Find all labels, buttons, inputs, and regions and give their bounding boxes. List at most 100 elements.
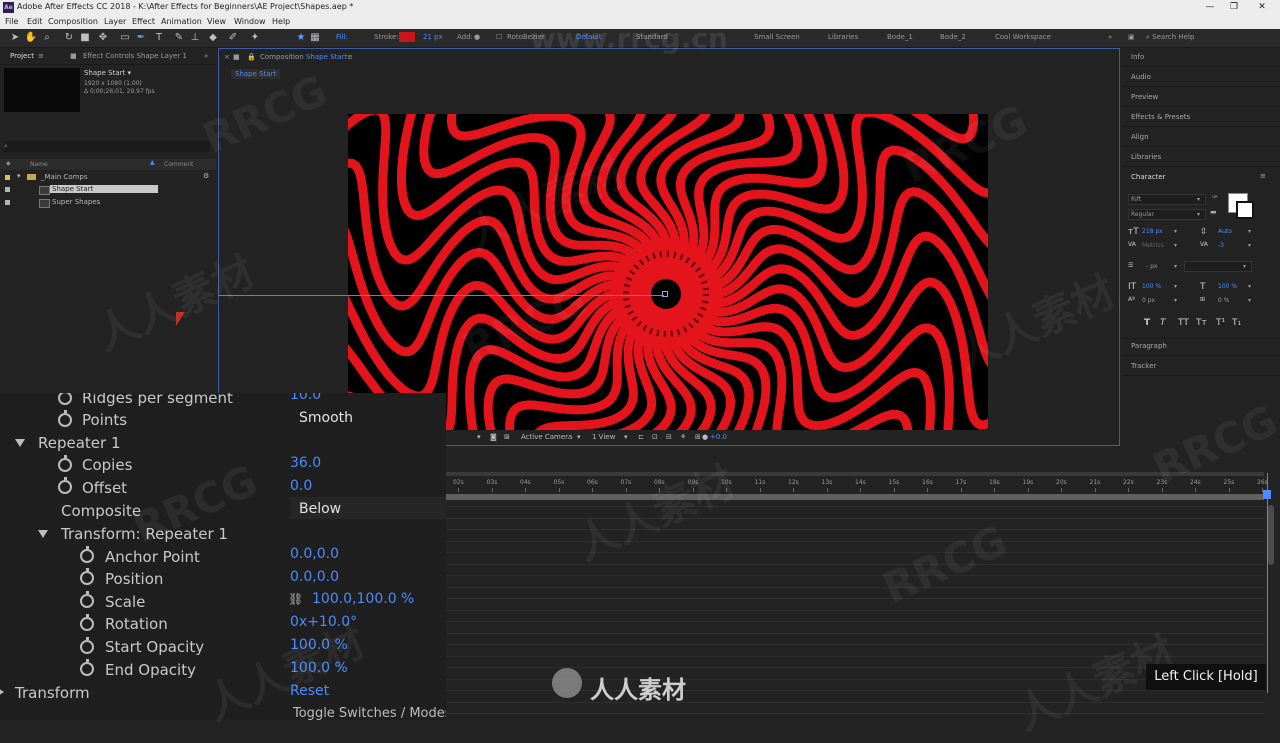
tab-effect-controls[interactable]: Effect Controls Shape Layer 1 — [83, 52, 187, 60]
panel-icon[interactable]: ▣ — [1128, 33, 1135, 41]
chevron-down-icon[interactable]: ▾ — [1174, 263, 1177, 270]
font-size-value[interactable]: 218 px — [1142, 228, 1163, 235]
breadcrumb[interactable]: Shape Start — [231, 69, 281, 79]
constrain-proportions-icon[interactable]: ⛓ — [288, 592, 303, 606]
eraser-tool-icon[interactable]: ◆ — [206, 31, 220, 45]
column-name[interactable]: Name — [30, 161, 48, 168]
kerning-value[interactable]: Metrics — [1142, 242, 1164, 249]
subscript-button[interactable]: T₁ — [1232, 318, 1241, 328]
stopwatch-icon[interactable] — [58, 477, 72, 494]
rotate-tool-icon[interactable]: ↻ — [62, 31, 76, 45]
chevron-down-icon[interactable]: ▾ — [1174, 283, 1177, 290]
zoom-tool-icon[interactable]: ⌕ — [40, 31, 54, 45]
flowchart-icon[interactable]: ⚘ — [680, 433, 686, 441]
pen-tool-icon[interactable]: ✒ — [134, 31, 148, 45]
exposure-value[interactable]: +0.0 — [710, 433, 727, 441]
workspace-overflow-icon[interactable]: » — [1108, 33, 1112, 41]
collapse-triangle-icon[interactable] — [15, 439, 25, 447]
menu-animation[interactable]: Animation — [161, 17, 202, 26]
active-camera-select[interactable]: Active Camera — [521, 433, 572, 441]
stopwatch-icon[interactable] — [80, 659, 94, 676]
flowchart-icon[interactable]: ⚙ — [203, 172, 209, 180]
panel-overflow-icon[interactable]: » — [204, 52, 208, 60]
puppet-pin-tool-icon[interactable]: ✦ — [248, 31, 262, 45]
stroke-color-swatch[interactable] — [1236, 201, 1254, 219]
menu-edit[interactable]: Edit — [27, 17, 43, 26]
property-points-value[interactable]: Smooth — [299, 410, 353, 426]
menu-icon[interactable]: ≡ — [1260, 172, 1266, 180]
chevron-down-icon[interactable]: ▾ — [1174, 242, 1177, 249]
exposure-icon[interactable]: ● — [702, 433, 708, 441]
chevron-down-icon[interactable]: ▾ — [624, 433, 628, 441]
property-scale-value[interactable]: 100.0,100.0 % — [312, 591, 414, 607]
add-circle-icon[interactable]: ● — [474, 33, 480, 41]
rectangle-tool-icon[interactable]: ▭ — [118, 31, 132, 45]
timeline-scrollbar[interactable] — [1268, 505, 1274, 565]
panel-character[interactable]: Character — [1131, 173, 1166, 181]
fast-preview-icon[interactable]: ⊞ — [695, 433, 701, 441]
faux-italic-button[interactable]: T — [1160, 318, 1166, 328]
property-repeater-label[interactable]: Repeater 1 — [38, 434, 121, 452]
eyedropper-icon[interactable]: ✑ — [1212, 193, 1218, 201]
chevron-down-icon[interactable]: ▾ — [17, 172, 21, 180]
close-button[interactable]: ✕ — [1250, 1, 1274, 14]
tsume-value[interactable]: 0 % — [1218, 297, 1229, 304]
chevron-down-icon[interactable]: ▾ — [1174, 228, 1177, 235]
all-caps-button[interactable]: TT — [1178, 318, 1189, 328]
faux-bold-button[interactable]: T — [1144, 318, 1150, 328]
horizontal-scale-value[interactable]: 100 % — [1218, 283, 1237, 290]
property-anchor-value[interactable]: 0.0,0.0 — [290, 546, 339, 562]
menu-icon[interactable]: ≡ — [38, 52, 44, 60]
roto-brush-tool-icon[interactable]: ✐ — [226, 31, 240, 45]
toggle-pixel-icon[interactable]: ⊏ — [638, 433, 644, 441]
property-copies-value[interactable]: 36.0 — [290, 455, 321, 471]
region-icon[interactable]: ⊡ — [652, 433, 658, 441]
grid-icon[interactable]: ⊠ — [504, 433, 510, 441]
panel-effects-presets[interactable]: Effects & Presets — [1131, 113, 1190, 121]
chevron-down-icon[interactable]: ▾ — [1248, 228, 1251, 235]
list-item[interactable]: Super Shapes — [0, 197, 216, 209]
menu-window[interactable]: Window — [234, 17, 266, 26]
brush-tool-icon[interactable]: ✎ — [172, 31, 186, 45]
composition-viewer[interactable] — [348, 114, 988, 430]
property-transform-label[interactable]: Transform — [15, 684, 90, 702]
column-comment[interactable]: Comment — [164, 161, 193, 168]
pan-behind-tool-icon[interactable]: ✥ — [96, 31, 110, 45]
close-tab-icon[interactable]: × — [224, 53, 230, 61]
transparency-icon[interactable]: ⊟ — [666, 433, 672, 441]
label-color[interactable] — [5, 200, 10, 205]
stopwatch-icon[interactable] — [80, 546, 94, 563]
list-item[interactable]: ▾ _Main Comps ⚙ — [0, 172, 216, 184]
clone-stamp-tool-icon[interactable]: ⊥ — [188, 31, 202, 45]
menu-help[interactable]: Help — [272, 17, 290, 26]
stroke-width-value[interactable]: 21 px — [423, 33, 443, 41]
workspace-bode-1[interactable]: Bode_1 — [887, 33, 913, 41]
panel-libraries[interactable]: Libraries — [1131, 153, 1161, 161]
chevron-down-icon[interactable]: ▾ — [577, 433, 581, 441]
stroke-style-select[interactable]: ▾ — [1184, 261, 1252, 272]
stroke-color-swatch[interactable] — [399, 32, 415, 42]
stopwatch-icon[interactable] — [80, 614, 94, 631]
property-composite-value[interactable]: Below — [299, 501, 341, 517]
tab-project[interactable]: Project — [10, 52, 34, 60]
snapping-icon[interactable]: ▦ — [308, 31, 322, 45]
panel-tracker[interactable]: Tracker — [1131, 362, 1156, 370]
menu-effect[interactable]: Effect — [132, 17, 155, 26]
tracking-value[interactable]: -3 — [1218, 242, 1224, 249]
selection-tool-icon[interactable]: ➤ — [8, 31, 22, 45]
maximize-button[interactable]: ❐ — [1222, 1, 1246, 14]
label-column-icon[interactable]: ◆ — [6, 160, 11, 167]
stopwatch-icon[interactable] — [58, 393, 72, 405]
type-tool-icon[interactable]: T — [152, 31, 166, 45]
chevron-down-icon[interactable]: ▾ — [1248, 242, 1251, 249]
stopwatch-icon[interactable] — [80, 568, 94, 585]
label-color[interactable] — [5, 187, 10, 192]
panel-audio[interactable]: Audio — [1131, 73, 1151, 81]
workspace-bode-2[interactable]: Bode_2 — [940, 33, 966, 41]
stopwatch-icon[interactable] — [80, 591, 94, 608]
font-family-select[interactable]: Rift ▾ — [1128, 194, 1206, 205]
baseline-shift-value[interactable]: 0 px — [1142, 297, 1155, 304]
time-navigator[interactable] — [446, 472, 1264, 476]
fill-label[interactable]: Fill: — [336, 33, 348, 41]
property-offset-value[interactable]: 0.0 — [290, 478, 312, 494]
